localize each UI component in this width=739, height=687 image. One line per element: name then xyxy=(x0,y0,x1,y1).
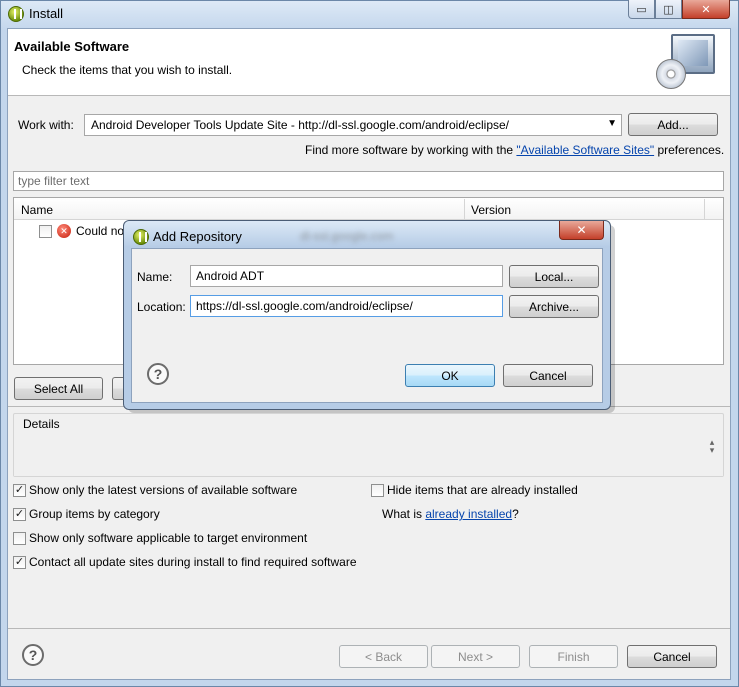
page-title: Available Software xyxy=(14,39,130,54)
page-subtitle: Check the items that you wish to install… xyxy=(22,63,233,77)
minimize-icon: ▭ xyxy=(636,3,647,16)
name-value: Android ADT xyxy=(196,269,265,283)
find-more-prefix: Find more software by working with the xyxy=(305,143,517,157)
what-is-installed-text: What is already installed? xyxy=(382,507,519,521)
cd-icon xyxy=(656,59,686,89)
already-installed-link[interactable]: already installed xyxy=(425,507,512,521)
select-all-button[interactable]: Select All xyxy=(14,377,103,400)
name-label: Name: xyxy=(137,270,173,284)
close-icon: ✕ xyxy=(576,223,587,237)
location-value: https://dl-ssl.google.com/android/eclips… xyxy=(196,299,413,313)
details-label: Details xyxy=(21,417,62,431)
group-by-category-checkbox[interactable]: ✓ xyxy=(13,508,26,521)
local-button[interactable]: Local... xyxy=(509,265,599,288)
column-divider[interactable] xyxy=(704,199,705,219)
name-field[interactable]: Android ADT xyxy=(190,265,503,287)
maximize-button[interactable]: ◫ xyxy=(655,0,682,19)
filter-placeholder: type filter text xyxy=(18,174,90,188)
minimize-button[interactable]: ▭ xyxy=(628,0,655,19)
find-more-text: Find more software by working with the "… xyxy=(305,143,724,157)
location-label: Location: xyxy=(137,300,186,314)
location-field[interactable]: https://dl-ssl.google.com/android/eclips… xyxy=(190,295,503,317)
contact-all-checkbox[interactable]: ✓ xyxy=(13,556,26,569)
dialog-title: Add Repository xyxy=(153,229,242,244)
eclipse-app-icon xyxy=(133,229,149,245)
column-header-version[interactable]: Version xyxy=(471,203,511,217)
available-sites-link[interactable]: "Available Software Sites" xyxy=(516,143,654,157)
table-row-checkbox[interactable] xyxy=(39,225,52,238)
ok-button[interactable]: OK xyxy=(405,364,495,387)
cancel-button[interactable]: Cancel xyxy=(627,645,717,668)
next-button[interactable]: Next > xyxy=(431,645,520,668)
next-label: Next > xyxy=(457,649,493,664)
add-site-button[interactable]: Add... xyxy=(628,113,718,136)
help-icon[interactable]: ? xyxy=(22,644,44,666)
maximize-icon: ◫ xyxy=(663,3,674,16)
find-more-suffix: preferences. xyxy=(654,143,725,157)
table-header xyxy=(14,198,723,220)
archive-button[interactable]: Archive... xyxy=(509,295,599,318)
select-all-label: Select All xyxy=(33,381,84,396)
blurred-background-text: dl-ssl.google.com xyxy=(300,229,394,243)
hide-installed-label: Hide items that are already installed xyxy=(387,483,578,497)
column-header-name[interactable]: Name xyxy=(21,203,53,217)
back-label: < Back xyxy=(364,649,403,664)
table-row-name[interactable]: Could no xyxy=(76,224,124,238)
dialog-help-icon[interactable]: ? xyxy=(147,363,169,385)
cancel-label: Cancel xyxy=(653,649,691,664)
details-text-area[interactable] xyxy=(14,432,723,476)
eclipse-app-icon xyxy=(8,6,24,22)
scroll-arrows-icon[interactable]: ▴ ▾ xyxy=(708,438,716,458)
show-latest-label: Show only the latest versions of availab… xyxy=(29,483,298,497)
show-applicable-label: Show only software applicable to target … xyxy=(29,531,308,545)
local-label: Local... xyxy=(534,269,574,284)
work-with-label: Work with: xyxy=(18,118,74,132)
dialog-cancel-button[interactable]: Cancel xyxy=(503,364,593,387)
filter-input[interactable]: type filter text xyxy=(13,171,724,191)
window-title: Install xyxy=(29,6,63,21)
show-applicable-checkbox[interactable] xyxy=(13,532,26,545)
close-button[interactable]: ✕ xyxy=(682,0,730,19)
archive-label: Archive... xyxy=(528,299,579,314)
add-site-label: Add... xyxy=(657,117,689,132)
finish-button[interactable]: Finish xyxy=(529,645,618,668)
what-is-prefix: What is xyxy=(382,507,426,521)
separator xyxy=(8,628,730,629)
what-is-suffix: ? xyxy=(512,507,519,521)
chevron-down-icon[interactable]: ▼ xyxy=(607,118,617,129)
close-icon: ✕ xyxy=(701,3,711,16)
work-with-value: Android Developer Tools Update Site - ht… xyxy=(91,118,510,132)
error-icon: ✕ xyxy=(57,224,71,238)
work-with-combo[interactable]: Android Developer Tools Update Site - ht… xyxy=(84,114,622,136)
group-by-category-label: Group items by category xyxy=(29,507,160,521)
dialog-close-button[interactable]: ✕ xyxy=(559,221,604,240)
contact-all-label: Contact all update sites during install … xyxy=(29,555,357,569)
show-latest-checkbox[interactable]: ✓ xyxy=(13,484,26,497)
hide-installed-checkbox[interactable] xyxy=(371,484,384,497)
finish-label: Finish xyxy=(557,649,590,664)
dialog-cancel-label: Cancel xyxy=(529,368,567,383)
column-divider[interactable] xyxy=(464,199,465,219)
ok-label: OK xyxy=(441,368,459,383)
back-button[interactable]: < Back xyxy=(339,645,428,668)
